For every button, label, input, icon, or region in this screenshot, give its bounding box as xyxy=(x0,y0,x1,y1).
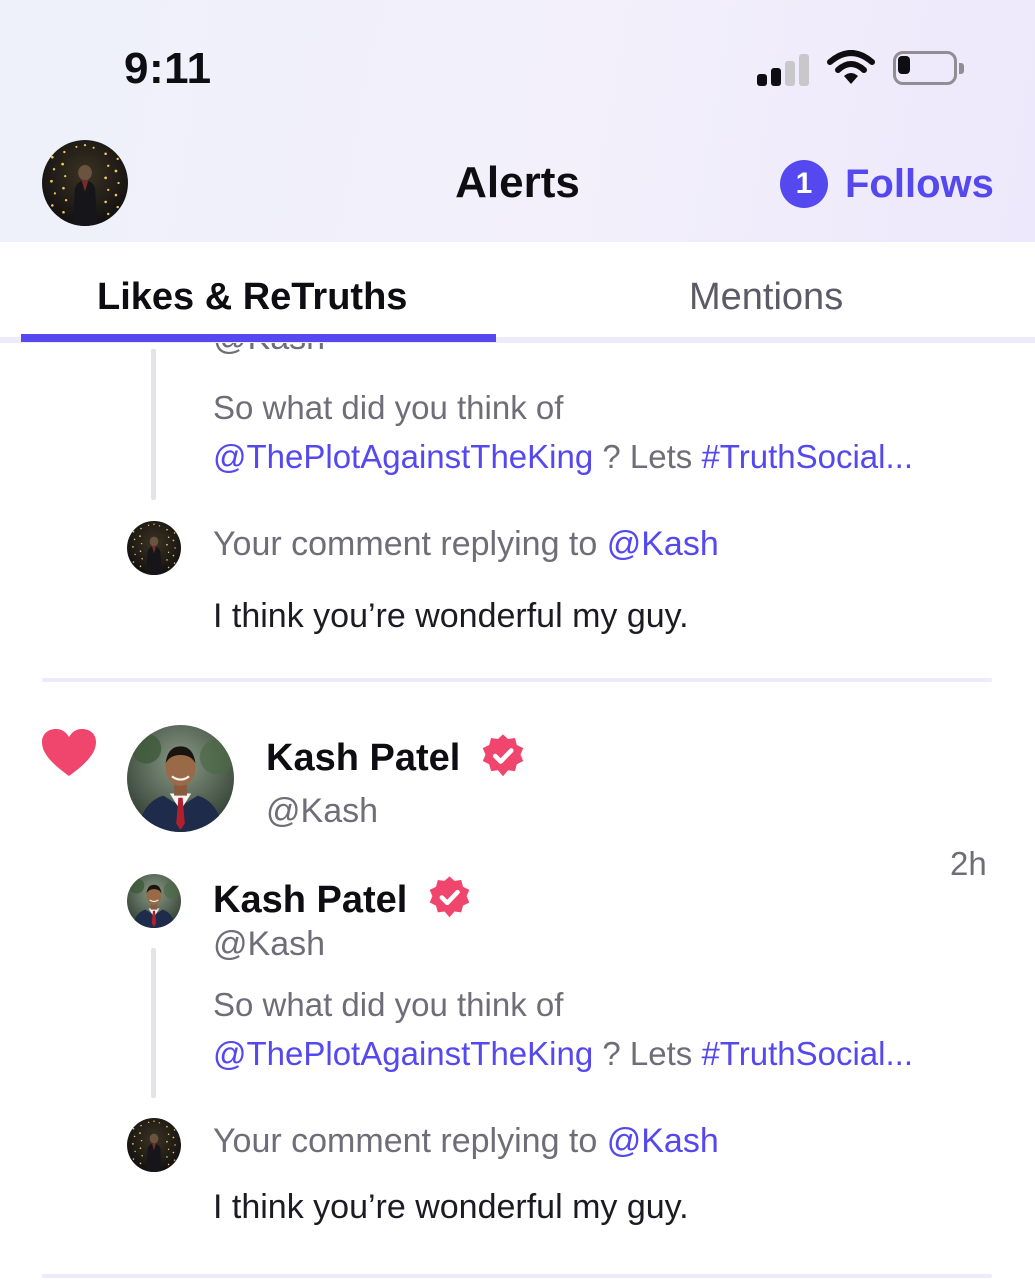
liker-avatar[interactable] xyxy=(127,725,234,832)
alert-timestamp: 2h xyxy=(950,845,987,882)
status-time: 9:11 xyxy=(124,44,212,93)
quoted-post-author-avatar[interactable] xyxy=(127,874,181,928)
liker-handle: @Kash xyxy=(266,792,379,830)
thread-connector xyxy=(151,948,156,1098)
follows-label: Follows xyxy=(845,161,994,206)
reply-mention-link[interactable]: @Kash xyxy=(607,525,719,563)
reply-user-avatar[interactable] xyxy=(127,1118,181,1172)
mention-link[interactable]: @ThePlotAgainstTheKing xyxy=(213,1035,593,1072)
quoted-post-text: So what did you think of xyxy=(213,389,564,426)
alerts-feed[interactable]: @Kash So what did you think of @ThePlotA… xyxy=(0,343,1035,1280)
reply-label: Your comment replying to @Kash xyxy=(213,525,719,563)
tab-likes-retruths[interactable]: Likes & ReTruths xyxy=(97,276,407,319)
hashtag-link[interactable]: #TruthSocial... xyxy=(701,1035,913,1072)
top-header: 9:11 Alerts 1 Follows xyxy=(0,0,1035,242)
hashtag-link[interactable]: #TruthSocial... xyxy=(701,438,913,475)
verified-badge-icon xyxy=(480,733,526,779)
alert-divider xyxy=(42,678,992,682)
follows-count-badge: 1 xyxy=(780,160,828,208)
tab-mentions[interactable]: Mentions xyxy=(689,276,843,319)
alerts-tabs: Likes & ReTruths Mentions xyxy=(0,242,1035,343)
reply-text: I think you’re wonderful my guy. xyxy=(213,1188,689,1226)
reply-user-avatar[interactable] xyxy=(127,521,181,575)
verified-badge-icon xyxy=(427,875,472,920)
follows-button[interactable]: 1 Follows xyxy=(780,158,994,210)
quoted-post-text-line2: @ThePlotAgainstTheKing ? Lets #TruthSoci… xyxy=(213,1035,913,1072)
quoted-post-handle: @Kash xyxy=(213,925,326,963)
quoted-post-text-line2: @ThePlotAgainstTheKing ? Lets #TruthSoci… xyxy=(213,438,913,475)
reply-mention-link[interactable]: @Kash xyxy=(607,1122,719,1160)
quoted-post-author[interactable]: Kash Patel xyxy=(213,879,407,922)
reply-label: Your comment replying to @Kash xyxy=(213,1122,719,1160)
wifi-icon xyxy=(827,50,875,84)
reply-text: I think you’re wonderful my guy. xyxy=(213,597,689,635)
thread-connector xyxy=(151,349,156,500)
active-tab-indicator xyxy=(21,334,496,342)
mention-link[interactable]: @ThePlotAgainstTheKing xyxy=(213,438,593,475)
liker-name[interactable]: Kash Patel xyxy=(266,737,460,780)
heart-icon xyxy=(42,729,96,776)
quoted-post-text: So what did you think of xyxy=(213,986,564,1023)
quoted-post-handle: @Kash xyxy=(213,343,325,358)
alert-divider xyxy=(42,1274,992,1278)
battery-icon xyxy=(893,51,965,85)
cellular-signal-icon xyxy=(757,52,811,86)
